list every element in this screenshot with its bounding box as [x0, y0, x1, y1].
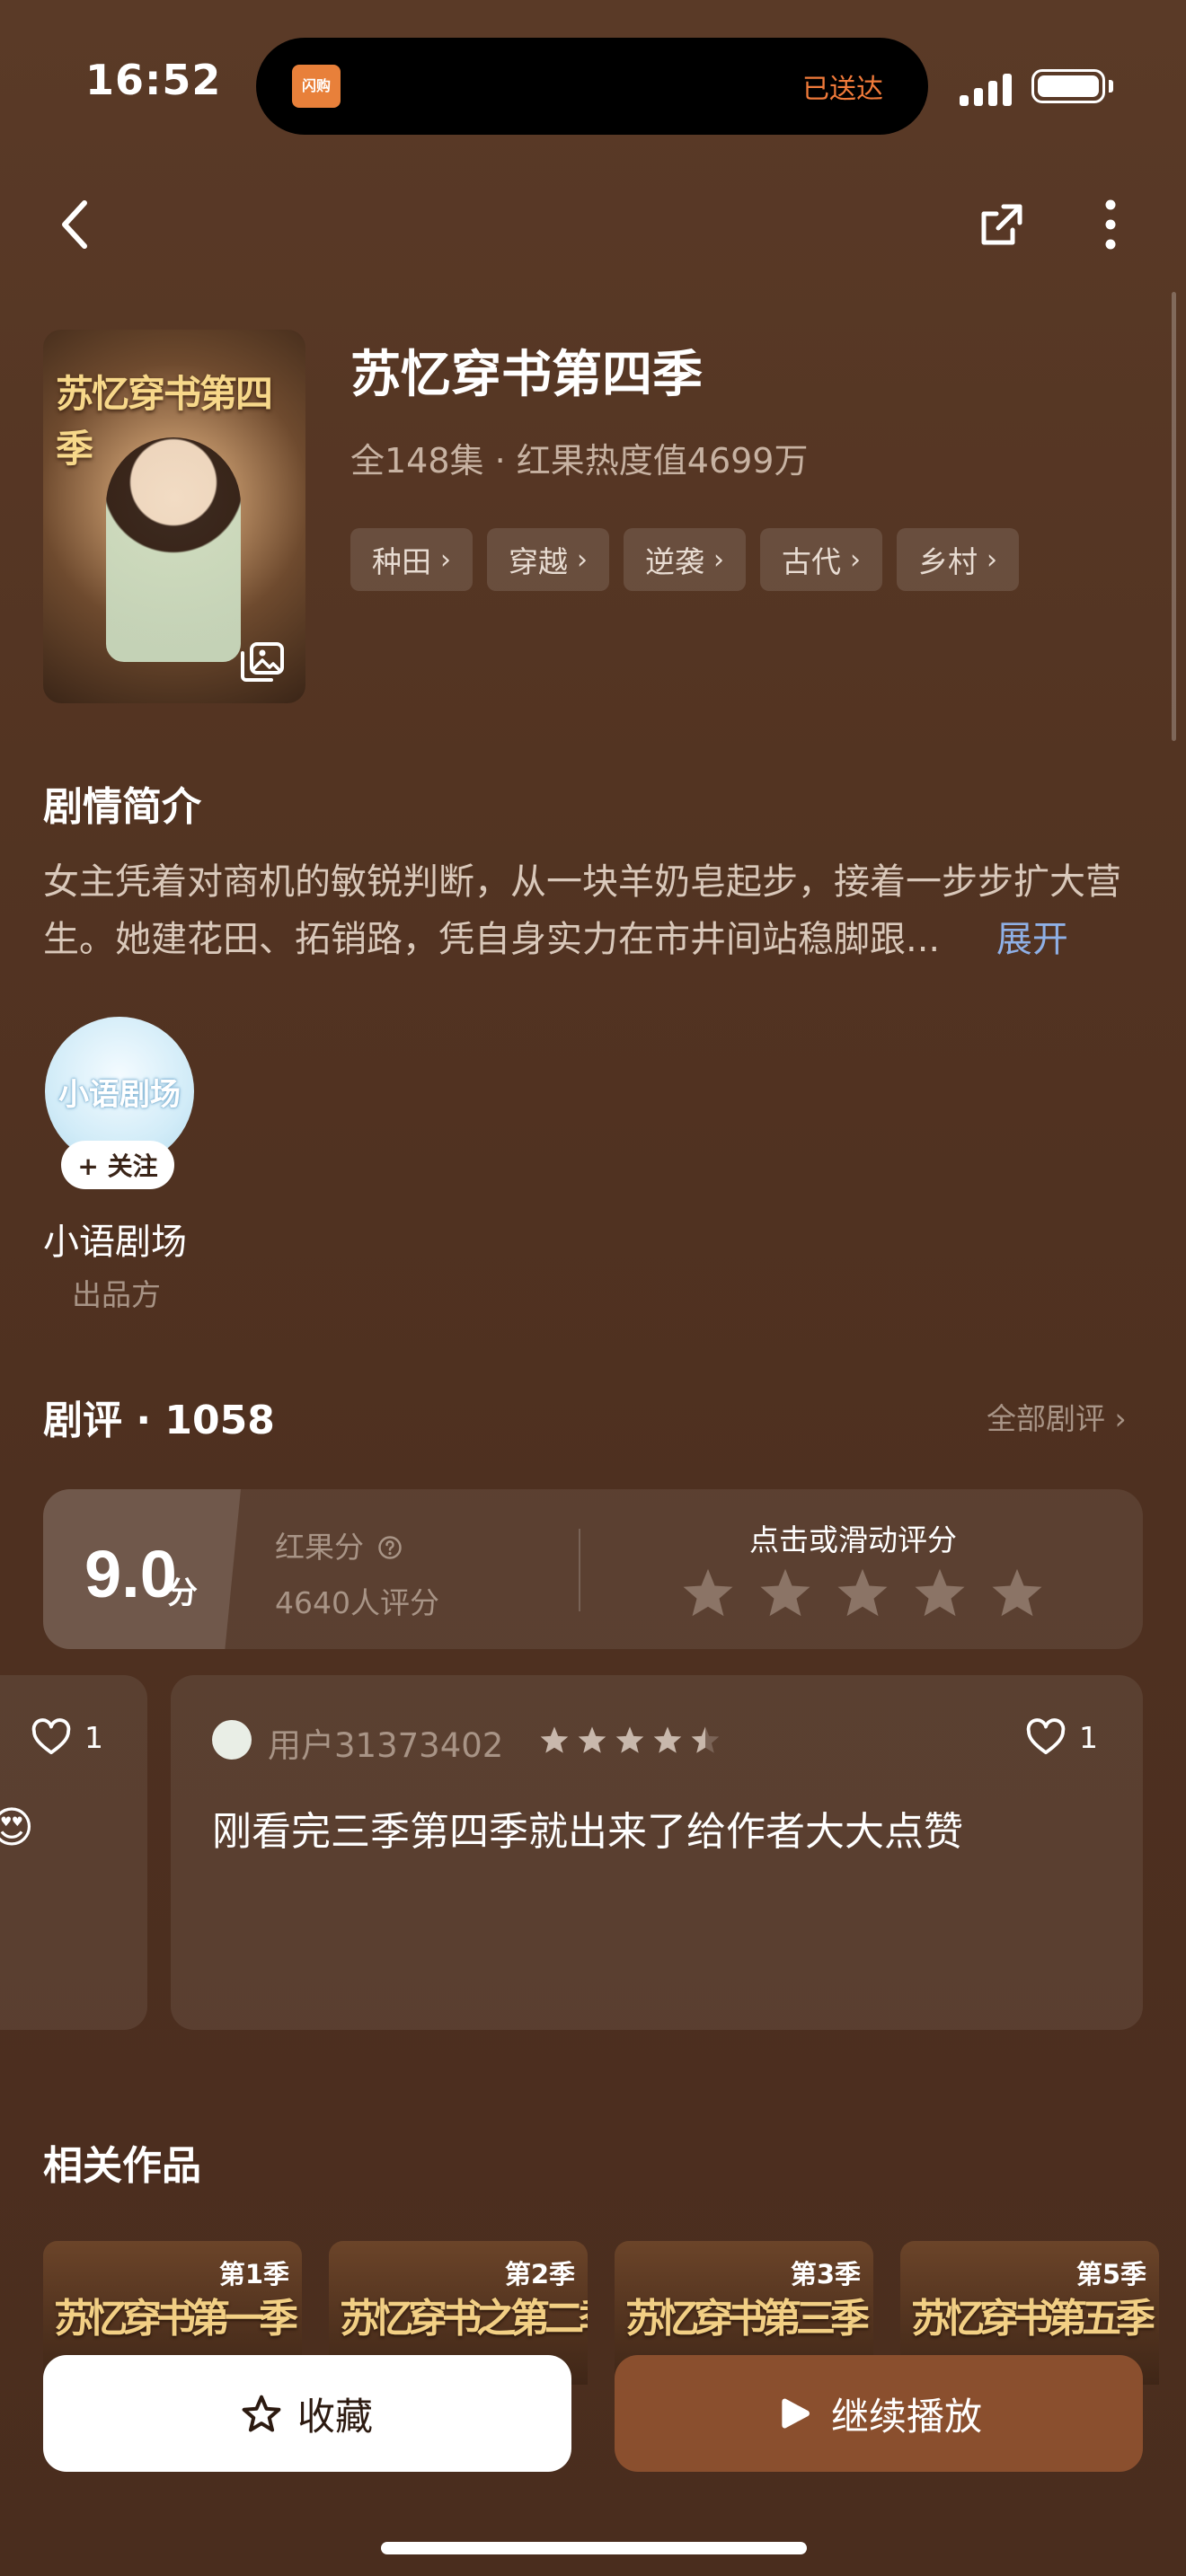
star-outline-icon[interactable] — [758, 1566, 812, 1619]
season-badge: 第2季 — [504, 2259, 575, 2289]
star-filled-icon — [540, 1726, 569, 1753]
review-card[interactable]: 用户31373402 1 刚看完三季第四季就出来了给作者大大点赞 — [171, 1675, 1143, 2030]
battery-tip — [1109, 80, 1113, 93]
review-emoji: 😍 — [0, 1803, 35, 1853]
like-button[interactable]: 1 — [1025, 1718, 1098, 1756]
star-half-icon — [691, 1726, 720, 1753]
show-meta: 全148集 · 红果热度值4699万 — [350, 441, 809, 481]
star-filled-icon — [578, 1726, 606, 1753]
chevron-right-icon: › — [440, 543, 451, 576]
tag-chip[interactable]: 穿越 › — [487, 528, 609, 591]
rating-divider — [579, 1529, 580, 1611]
chevron-right-icon: › — [713, 543, 724, 576]
star-filled-icon — [653, 1726, 682, 1753]
play-icon — [782, 2398, 810, 2429]
overall-score: 9.0 — [84, 1537, 177, 1611]
producer-logo-text: 小语剧场 — [58, 1076, 181, 1113]
score-unit: 分 — [167, 1575, 198, 1611]
tag-label: 逆袭 — [645, 544, 704, 579]
star-outline-icon[interactable] — [836, 1566, 890, 1619]
star-filled-icon — [615, 1726, 644, 1753]
user-avatar[interactable] — [212, 1720, 252, 1760]
star-outline-icon[interactable] — [681, 1566, 735, 1619]
thumb-title-art: 苏忆穿书之第二季 — [340, 2296, 588, 2342]
synopsis-text-block[interactable]: 女主凭着对商机的敏锐判断，从一块羊奶皂起步，接着一步步扩大营生。她建花田、拓销路… — [43, 853, 1148, 968]
expand-link[interactable]: 展开 — [996, 919, 1068, 960]
related-heading: 相关作品 — [43, 2143, 201, 2189]
battery-icon — [1031, 69, 1105, 103]
favorite-label: 收藏 — [296, 2394, 373, 2439]
like-button[interactable]: 1 — [31, 1718, 103, 1756]
tag-label: 乡村 — [918, 544, 978, 579]
delivery-status: 已送达 — [802, 74, 883, 105]
star-outline-icon[interactable] — [913, 1566, 967, 1619]
chevron-left-icon — [62, 200, 87, 249]
poster-title-art: 苏忆穿书第四季 — [56, 372, 273, 471]
review-user-name[interactable]: 用户31373402 — [268, 1718, 503, 1767]
help-icon[interactable] — [377, 1535, 403, 1560]
star-outline-icon[interactable] — [990, 1566, 1044, 1619]
follow-button[interactable]: + 关注 — [61, 1141, 174, 1189]
producer-role: 出品方 — [72, 1277, 161, 1312]
rating-count: 4640人评分 — [275, 1585, 439, 1620]
score-label[interactable]: 红果分 — [275, 1523, 403, 1566]
more-vertical-icon — [1105, 199, 1116, 250]
tag-chip[interactable]: 逆袭 › — [624, 528, 746, 591]
thumb-title-art: 苏忆穿书第五季 — [911, 2296, 1155, 2342]
synopsis-heading: 剧情简介 — [43, 784, 201, 830]
review-card-previous[interactable]: 1 😍 — [0, 1675, 147, 2030]
all-reviews-link[interactable]: 全部剧评 › — [987, 1395, 1127, 1438]
chevron-right-icon: › — [850, 543, 861, 576]
status-time: 16:52 — [85, 56, 222, 104]
tag-label: 古代 — [782, 544, 841, 579]
show-title: 苏忆穿书第四季 — [350, 346, 703, 404]
season-badge: 第1季 — [218, 2259, 289, 2289]
rating-stars-input[interactable] — [681, 1566, 1044, 1619]
heart-icon — [1026, 1718, 1066, 1755]
chevron-right-icon: › — [987, 543, 997, 576]
continue-play-button[interactable]: 继续播放 — [615, 2355, 1143, 2472]
play-label: 继续播放 — [830, 2394, 982, 2439]
producer-name[interactable]: 小语剧场 — [43, 1213, 187, 1265]
synopsis-text: 女主凭着对商机的敏锐判断，从一块羊奶皂起步，接着一步步扩大营生。她建花田、拓销路… — [43, 861, 1121, 960]
score-label-text: 红果分 — [275, 1530, 364, 1565]
tag-label: 种田 — [372, 544, 431, 579]
tag-list: 种田 › 穿越 › 逆袭 › 古代 › 乡村 › — [350, 528, 1019, 591]
like-count: 1 — [1079, 1719, 1098, 1755]
rate-prompt: 点击或滑动评分 — [749, 1522, 957, 1557]
back-button[interactable] — [40, 189, 111, 260]
tag-chip[interactable]: 种田 › — [350, 528, 473, 591]
review-text: 刚看完三季第四季就出来了给作者大大点赞 — [212, 1809, 963, 1855]
home-indicator[interactable] — [381, 2542, 807, 2554]
dynamic-island[interactable]: 闪购 已送达 — [256, 38, 928, 135]
tag-chip[interactable]: 古代 › — [760, 528, 882, 591]
season-badge: 第3季 — [790, 2259, 861, 2289]
tag-label: 穿越 — [509, 544, 568, 579]
favorite-button[interactable]: 收藏 — [43, 2355, 571, 2472]
gallery-icon[interactable] — [239, 640, 286, 684]
chevron-right-icon: › — [577, 543, 588, 576]
scroll-indicator — [1172, 292, 1176, 741]
more-options-button[interactable] — [1075, 189, 1146, 260]
star-outline-icon — [242, 2395, 281, 2432]
rating-card: 9.0 分 红果分 4640人评分 点击或滑动评分 — [43, 1489, 1143, 1649]
review-stars — [539, 1725, 721, 1754]
share-icon — [981, 204, 1022, 245]
delivery-app-icon: 闪购 — [292, 65, 341, 108]
share-button[interactable] — [966, 189, 1038, 260]
tag-chip[interactable]: 乡村 › — [897, 528, 1019, 591]
cellular-signal-icon — [960, 74, 1012, 106]
thumb-title-art: 苏忆穿书第一季 — [54, 2296, 298, 2342]
show-poster[interactable]: 苏忆穿书第四季 — [43, 330, 305, 703]
heart-icon — [31, 1718, 71, 1755]
reviews-heading: 剧评 · 1058 — [43, 1398, 275, 1443]
thumb-title-art: 苏忆穿书第三季 — [625, 2296, 870, 2342]
season-badge: 第5季 — [1075, 2259, 1146, 2289]
like-count: 1 — [84, 1719, 103, 1755]
